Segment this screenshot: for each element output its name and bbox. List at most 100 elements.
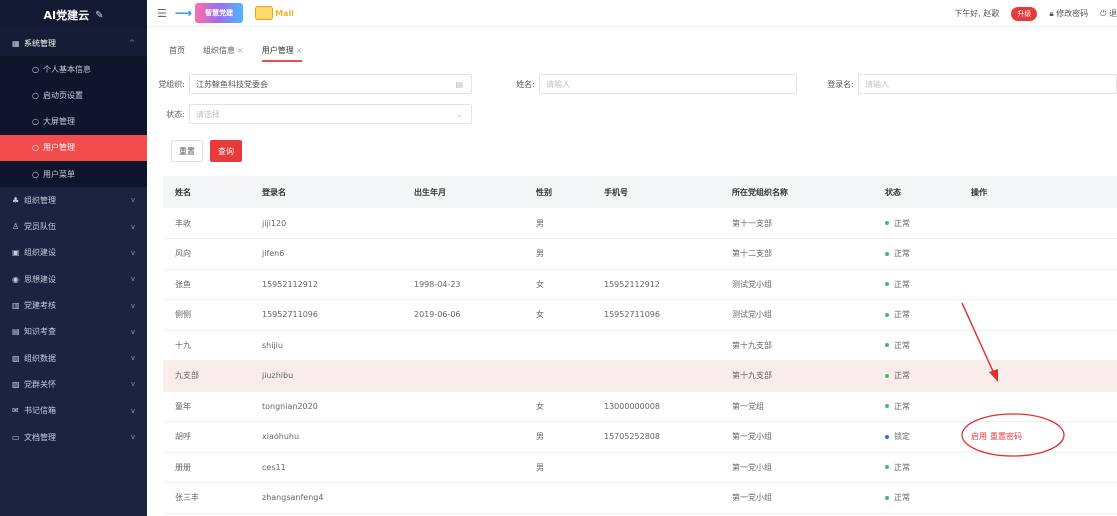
cell-gender: 男 [524,452,592,483]
bar-icon: ▥ [12,301,20,311]
status-select[interactable]: 请选择 ⌄ [189,104,472,124]
cell-org: 第一党小组 [720,421,873,453]
tab-user-management[interactable]: 用户管理 × [261,44,303,62]
calendar-icon: ▤ [455,79,463,89]
table-header: 姓名 登录名 出生年月 性别 手机号 所在党组织名称 状态 操作 [163,176,1117,208]
sidebar-item[interactable]: ○ 用户菜单 [0,161,147,187]
chevron-down-icon: v [130,222,135,231]
table-row[interactable]: 张鱼 15952112912 1998-04-23 女 15952112912 测试党小组… [163,269,1117,300]
login-label: 登录名: [827,79,854,89]
close-icon[interactable]: × [237,46,244,55]
brand-logo: 智慧党建 [195,3,244,23]
sidebar-group-label: 组织管理 [24,195,56,205]
close-icon[interactable]: × [296,46,303,55]
sidebar-item[interactable]: ○ 个人基本信息 [0,56,147,82]
cell-gender [524,482,592,514]
cell-login: jiji120 [250,208,402,239]
cell-login: xiaohuhu [250,421,402,453]
status-dot [885,404,889,409]
cell-login: zhangsanfeng4 [250,482,402,514]
login-input[interactable]: 请输入 [858,74,1117,94]
cell-login: 15952711096 [250,299,402,331]
column-header: 性别 [524,176,592,208]
mall-link[interactable]: Mall [255,6,294,20]
cell-actions [959,238,1117,270]
table-row[interactable]: 童年 tongnian2020 女 13000000008 第一党组 正常 [163,391,1117,422]
circle-icon: ○ [32,64,39,74]
table-row[interactable]: 丰收 jiji120 男 第十一支部 正常 [163,208,1117,239]
brand: AI党建云 ✎ [0,0,147,30]
status-text: 正常 [894,310,910,320]
sidebar-group[interactable]: ▦ 系统管理 ^ [0,30,147,57]
sidebar-group[interactable]: ▤ 知识考查 v [0,319,147,345]
circle-icon: ○ [32,143,39,153]
cell-gender [524,330,592,361]
table-row[interactable]: 册册 ces11 男 第一党小组 正常 [163,452,1117,483]
cell-actions: 启用 重置密码 [959,421,1117,453]
status-placeholder: 请选择 [196,109,220,119]
query-button[interactable]: 查询 [210,140,242,162]
sidebar-group[interactable]: ▧ 党群关怀 v [0,371,147,397]
cell-gender: 男 [524,208,592,239]
chevron-down-icon: ⌄ [456,109,463,119]
sidebar-item[interactable]: ○ 用户管理 [0,134,147,162]
sidebar-group[interactable]: ♙ 党员队伍 v [0,214,147,240]
table-row[interactable]: 张三丰 zhangsanfeng4 第一党小组 正常 [163,482,1117,514]
tab-label: 组织信息 [203,46,235,55]
logout-icon: ⏻ [1100,9,1107,18]
chevron-down-icon: v [130,327,135,336]
edit-icon[interactable]: ✎ [95,10,103,21]
reset-password-link[interactable]: 重置密码 [990,432,1022,441]
cell-phone [592,360,720,392]
sidebar-group-label: 系统管理 [24,38,56,48]
sidebar-item[interactable]: ○ 大屏管理 [0,109,147,135]
sidebar-group[interactable]: ▭ 文档管理 v [0,424,147,450]
cell-status: 正常 [873,452,959,483]
sidebar-group[interactable]: ▣ 组织建设 v [0,240,147,266]
cell-name: 丰收 [163,208,250,239]
sidebar-group[interactable]: ✉ 书记信箱 v [0,398,147,424]
table-row[interactable]: 九支部 jiuzhibu 第十九支部 正常 [163,360,1117,392]
change-password-label: 修改密码 [1056,9,1089,18]
table-row[interactable]: 风向 jifen6 男 第十二支部 正常 [163,238,1117,270]
upgrade-button[interactable]: 升级 [1011,6,1038,21]
sidebar-item[interactable]: ○ 启动页设置 [0,82,147,108]
sidebar-group[interactable]: ▨ 组织数据 v [0,345,147,371]
table-row[interactable]: 胡呼 xiaohuhu 男 15705252808 第一党小组 锁定 启用 重置密码 [163,421,1117,453]
column-header: 登录名 [250,176,402,208]
cell-name: 张三丰 [163,482,250,514]
cell-birth: 1998-04-23 [402,269,524,300]
chevron-down-icon: v [130,406,135,415]
sidebar-item-label: 大屏管理 [43,117,75,127]
status-dot [885,312,889,317]
sidebar-group[interactable]: ▥ 党建考核 v [0,292,147,318]
status-dot [885,251,889,256]
column-header: 操作 [959,176,1117,208]
logout-link[interactable]: ⏻ 退 [1100,8,1117,19]
cell-phone [592,482,720,514]
cell-birth: 2019-06-06 [402,299,524,331]
status-text: 正常 [894,493,910,503]
idea-icon: ◉ [12,274,19,284]
reset-button[interactable]: 重置 [171,140,203,162]
sidebar-group-label: 思想建设 [24,274,56,284]
change-password-link[interactable]: 🔒︎ 修改密码 [1049,8,1088,19]
menu-toggle-icon[interactable]: ☰ [157,7,167,20]
chevron-down-icon: v [130,275,135,284]
sidebar-item-label: 用户菜单 [43,169,75,179]
tab-org-info[interactable]: 组织信息 × [203,44,244,62]
cell-org: 第一党组 [720,391,873,422]
sidebar-group[interactable]: ◉ 思想建设 v [0,266,147,292]
tab-label: 首页 [169,46,185,55]
tab-home[interactable]: 首页 [169,44,185,62]
name-input[interactable]: 请输入 [539,74,797,94]
org-select[interactable]: 江苏鲸鱼科技党委会 ▤ [189,74,472,94]
sidebar-group[interactable]: ♣ 组织管理 v [0,187,147,213]
table-row[interactable]: 十九 shijiu 第十九支部 正常 [163,330,1117,361]
cell-gender: 男 [524,238,592,270]
cell-actions [959,208,1117,239]
circle-icon: ○ [32,117,39,127]
name-label: 姓名: [516,79,535,89]
enable-link[interactable]: 启用 [971,432,987,441]
table-row[interactable]: 侧侧 15952711096 2019-06-06 女 15952711096 测试党小组… [163,299,1117,331]
